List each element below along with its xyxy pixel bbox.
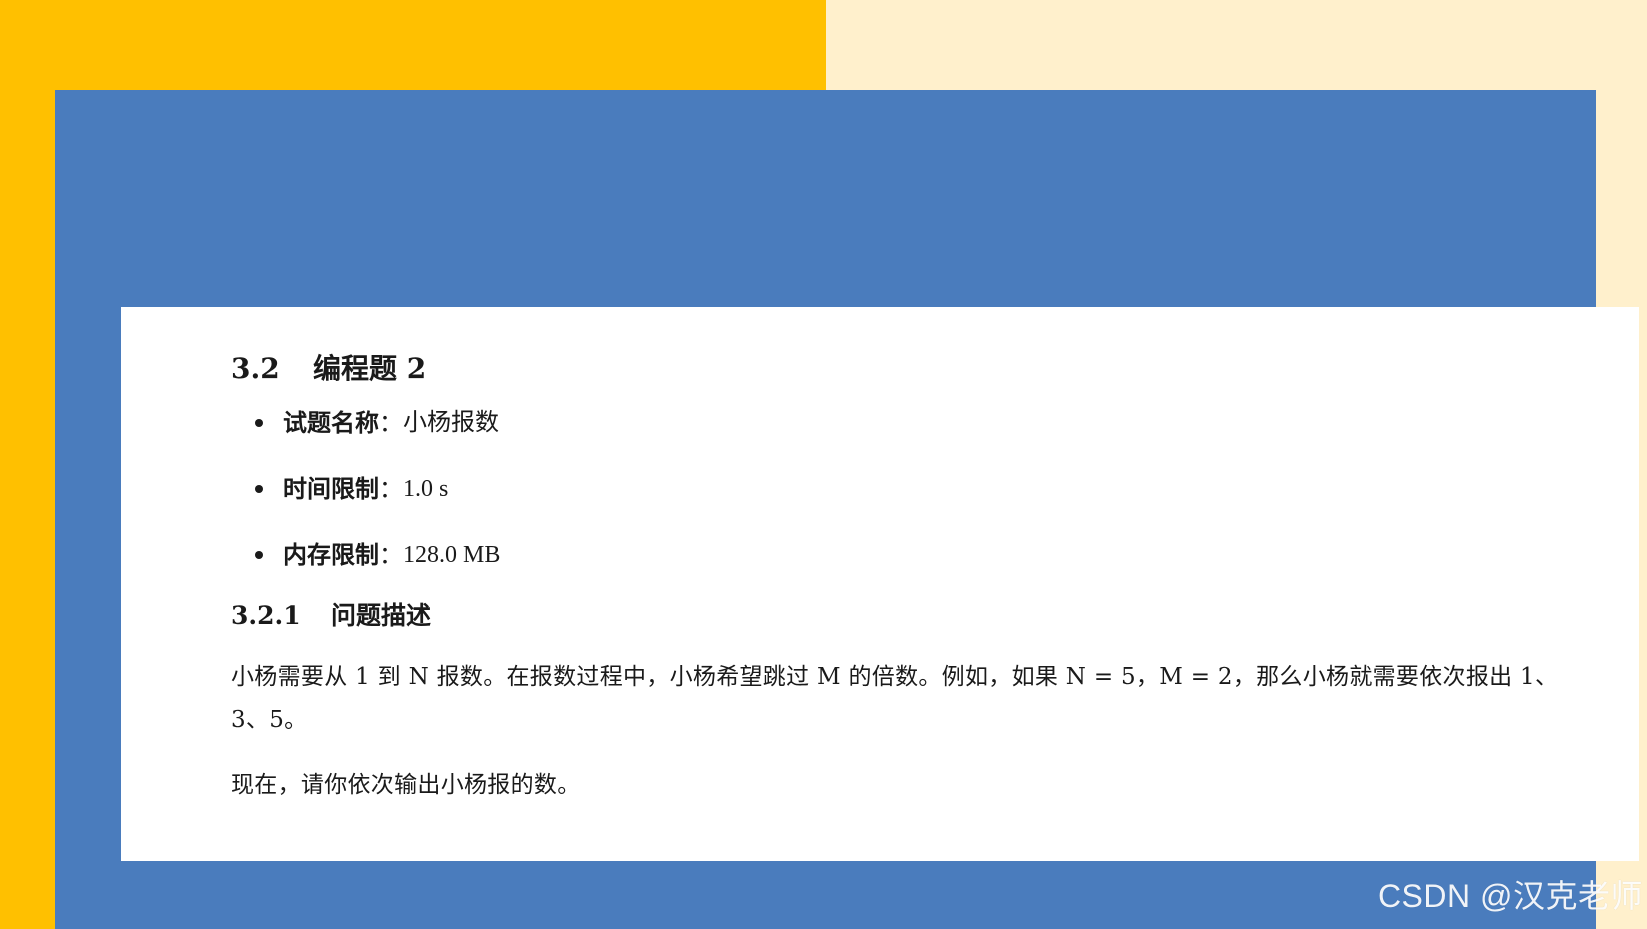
meta-value: 1.0 s xyxy=(403,476,449,502)
list-item: 试题名称：小杨报数 xyxy=(231,411,1571,435)
problem-meta-list: 试题名称：小杨报数 时间限制： 1.0 s 内存限制： 128.0 MB xyxy=(231,411,1571,567)
meta-separator: ： xyxy=(379,541,403,569)
list-item: 内存限制： 128.0 MB xyxy=(231,543,1571,567)
section-heading: 3.2 编程题 2 xyxy=(231,355,1571,383)
slide-panel: 3.2 编程题 2 试题名称：小杨报数 时间限制： 1.0 s 内存限制： 128.… xyxy=(55,90,1639,929)
watermark-text: CSDN @汉克老师 xyxy=(1377,878,1643,914)
meta-value: 128.0 MB xyxy=(403,542,501,568)
meta-separator: ： xyxy=(379,475,403,503)
document-content: 3.2 编程题 2 试题名称：小杨报数 时间限制： 1.0 s 内存限制： 128.… xyxy=(231,355,1571,807)
subsection-title: 问题描述 xyxy=(331,601,432,630)
problem-task-paragraph: 现在，请你依次输出小杨报的数。 xyxy=(231,772,581,798)
document-card: 3.2 编程题 2 试题名称：小杨报数 时间限制： 1.0 s 内存限制： 128.… xyxy=(121,307,1639,861)
section-title: 编程题 2 xyxy=(313,352,427,385)
meta-key: 时间限制 xyxy=(283,474,379,503)
section-number: 3.2 xyxy=(231,352,280,385)
meta-key: 内存限制 xyxy=(283,540,379,569)
meta-separator: ： xyxy=(379,409,403,437)
list-item: 时间限制： 1.0 s xyxy=(231,477,1571,501)
problem-description-paragraph: 小杨需要从 1 到 N 报数。在报数过程中，小杨希望跳过 M 的倍数。例如，如果… xyxy=(231,664,1559,733)
bullet-icon xyxy=(255,419,263,427)
bullet-icon xyxy=(255,485,263,493)
subsection-number: 3.2.1 xyxy=(231,601,301,630)
meta-value: 小杨报数 xyxy=(403,410,499,436)
subsection-heading: 3.2.1 问题描述 xyxy=(231,603,1571,628)
bullet-icon xyxy=(255,551,263,559)
meta-key: 试题名称 xyxy=(283,408,379,437)
